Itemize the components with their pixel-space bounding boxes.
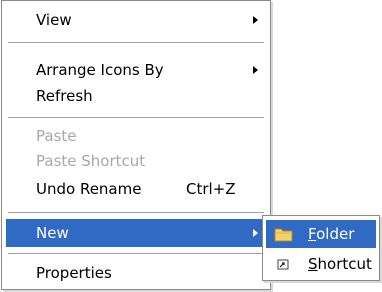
submenu-item-folder-label: Folder bbox=[308, 225, 355, 243]
submenu-item-shortcut[interactable]: Shortcut bbox=[266, 250, 376, 278]
menu-item-undo-rename[interactable]: Undo Rename Ctrl+Z bbox=[6, 175, 266, 203]
menu-item-new[interactable]: New bbox=[6, 219, 266, 247]
menu-item-properties-label: Properties bbox=[36, 264, 112, 282]
menu-separator bbox=[8, 117, 264, 119]
menu-item-view[interactable]: View bbox=[6, 6, 266, 34]
menu-item-paste[interactable]: Paste bbox=[6, 122, 266, 150]
folder-icon bbox=[274, 228, 293, 242]
menu-item-refresh[interactable]: Refresh bbox=[6, 82, 266, 110]
menu-item-refresh-label: Refresh bbox=[36, 87, 93, 105]
menu-item-paste-label: Paste bbox=[36, 127, 77, 145]
submenu-item-folder[interactable]: Folder bbox=[266, 220, 376, 248]
menu-separator bbox=[8, 42, 264, 44]
menu-item-undo-rename-shortcut: Ctrl+Z bbox=[186, 180, 236, 198]
submenu-arrow-icon bbox=[253, 229, 258, 237]
menu-item-undo-rename-label: Undo Rename bbox=[36, 180, 142, 198]
menu-item-arrange-icons-by-label: Arrange Icons By bbox=[36, 61, 164, 79]
menu-separator bbox=[8, 253, 264, 255]
menu-item-paste-shortcut[interactable]: Paste Shortcut bbox=[6, 147, 266, 175]
menu-item-paste-shortcut-label: Paste Shortcut bbox=[36, 152, 146, 170]
desktop-area: View Arrange Icons By Refresh Paste Past… bbox=[0, 0, 382, 292]
menu-item-arrange-icons-by[interactable]: Arrange Icons By bbox=[6, 56, 266, 84]
new-submenu: Folder Shortcut bbox=[262, 215, 380, 281]
context-menu: View Arrange Icons By Refresh Paste Past… bbox=[1, 0, 271, 290]
menu-separator bbox=[8, 212, 264, 214]
menu-item-properties[interactable]: Properties bbox=[6, 259, 266, 287]
menu-item-new-label: New bbox=[36, 224, 69, 242]
submenu-arrow-icon bbox=[253, 16, 258, 24]
shortcut-icon bbox=[277, 259, 289, 270]
menu-item-view-label: View bbox=[36, 11, 72, 29]
submenu-arrow-icon bbox=[253, 66, 258, 74]
submenu-item-shortcut-label: Shortcut bbox=[308, 255, 372, 273]
